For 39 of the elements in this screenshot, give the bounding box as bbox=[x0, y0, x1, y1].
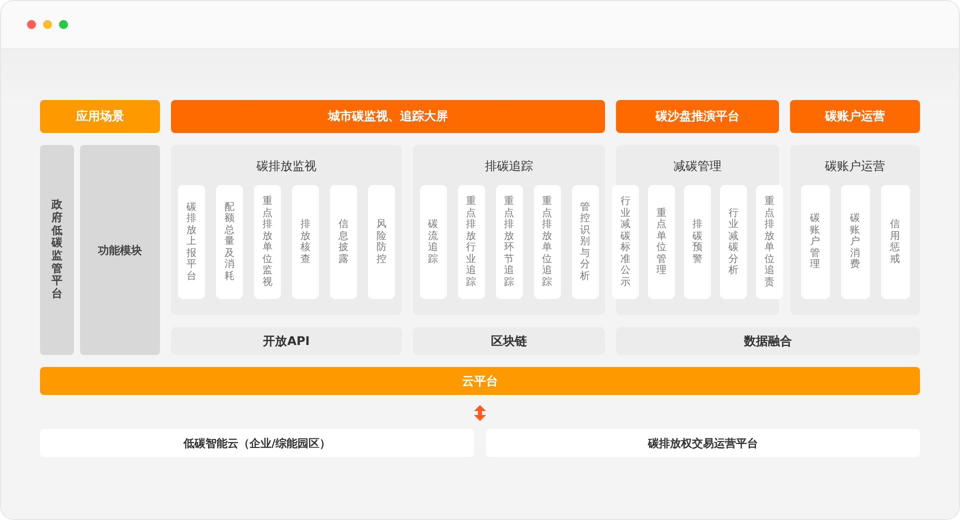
cloud-bar: 云平台 bbox=[40, 367, 920, 395]
function-card: 信息披露 bbox=[330, 185, 357, 299]
function-card: 碳账户管理 bbox=[800, 185, 830, 299]
function-card: 管控识别与分析 bbox=[572, 185, 598, 299]
foundation-bar: 数据融合 bbox=[616, 327, 920, 355]
platform-box: 碳排放权交易运营平台 bbox=[486, 429, 920, 457]
function-card: 重点单位管理 bbox=[648, 185, 675, 299]
function-card: 碳流追踪 bbox=[420, 185, 446, 299]
panel-title: 减碳管理 bbox=[674, 158, 722, 175]
function-card: 重点排放行业追踪 bbox=[458, 185, 484, 299]
section-header: 城市碳监视、追踪大屏 bbox=[171, 100, 605, 133]
panel-title: 碳排放监视 bbox=[256, 158, 316, 175]
double-arrow-icon bbox=[474, 405, 486, 421]
function-card: 排碳预警 bbox=[684, 185, 711, 299]
function-card: 配额总量及消耗 bbox=[216, 185, 243, 299]
section-header: 应用场景 bbox=[40, 100, 160, 133]
panel-title: 排碳追踪 bbox=[485, 158, 533, 175]
section-header: 碳账户运营 bbox=[790, 100, 920, 133]
minimize-button[interactable] bbox=[43, 20, 52, 29]
foundation-bar: 开放API bbox=[171, 327, 402, 355]
close-button[interactable] bbox=[27, 20, 36, 29]
function-card: 重点排放单位追踪 bbox=[534, 185, 560, 299]
maximize-button[interactable] bbox=[59, 20, 68, 29]
function-card: 碳排放上报平台 bbox=[178, 185, 205, 299]
platform-label: 政府低碳监管平台 bbox=[40, 145, 74, 355]
platform-box: 低碳智能云（企业/综能园区） bbox=[40, 429, 474, 457]
module-label: 功能模块 bbox=[80, 145, 160, 355]
function-card: 重点排放单位追责 bbox=[756, 185, 783, 299]
section-header: 碳沙盘推演平台 bbox=[616, 100, 779, 133]
panel-title: 碳账户运营 bbox=[825, 158, 885, 175]
function-card: 行业减碳标准公示 bbox=[612, 185, 639, 299]
foundation-bar: 区块链 bbox=[413, 327, 605, 355]
function-card: 信用惩戒 bbox=[880, 185, 910, 299]
function-card: 重点排放环节追踪 bbox=[496, 185, 522, 299]
function-card: 碳账户消费 bbox=[840, 185, 870, 299]
function-card: 排放核查 bbox=[292, 185, 319, 299]
function-card: 风险防控 bbox=[368, 185, 395, 299]
function-card: 重点排放单位监视 bbox=[254, 185, 281, 299]
function-card: 行业减碳分析 bbox=[720, 185, 747, 299]
